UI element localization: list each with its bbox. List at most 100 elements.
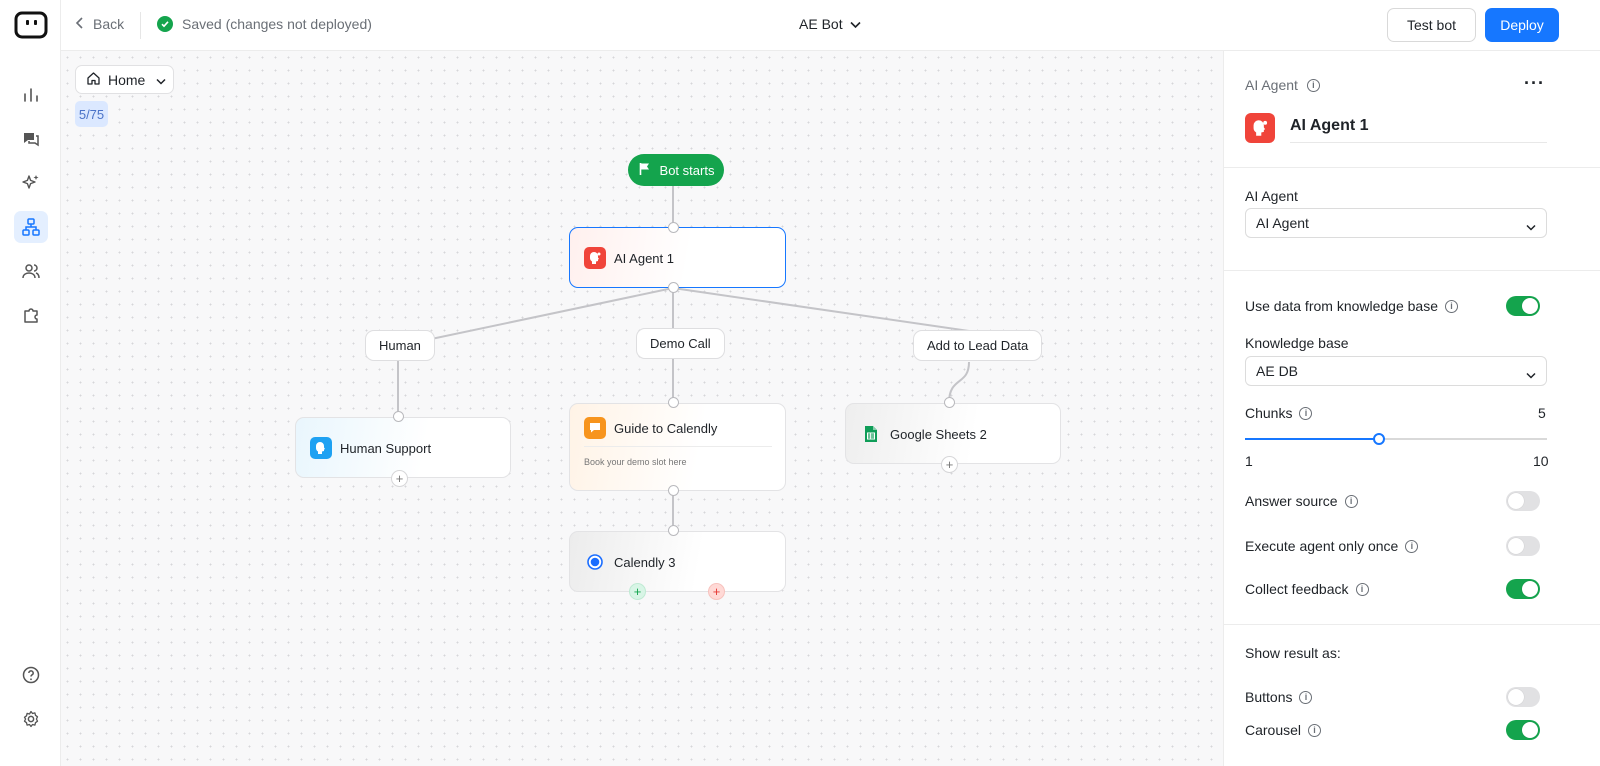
human-support-label: Human Support bbox=[340, 441, 432, 456]
google-sheets-icon bbox=[860, 423, 882, 445]
execute-once-label: Execute agent only once bbox=[1245, 538, 1399, 554]
users-icon[interactable] bbox=[14, 255, 48, 287]
home-dropdown[interactable]: Home bbox=[75, 65, 174, 94]
divider bbox=[1224, 167, 1600, 168]
kb-select-value: AE DB bbox=[1256, 363, 1299, 379]
guide-to-calendly-node[interactable]: Guide to Calendly Book your demo slot he… bbox=[569, 403, 786, 491]
agent-select-value: AI Agent bbox=[1256, 215, 1309, 231]
bot-selector[interactable]: AE Bot bbox=[799, 16, 861, 32]
feedback-row: Collect feedback i bbox=[1245, 581, 1369, 597]
deploy-button[interactable]: Deploy bbox=[1485, 8, 1559, 42]
slider-thumb[interactable] bbox=[1373, 433, 1385, 445]
ai-agent-icon bbox=[1245, 113, 1275, 143]
input-port[interactable] bbox=[668, 525, 679, 536]
input-port[interactable] bbox=[668, 397, 679, 408]
branch-chip-human[interactable]: Human bbox=[365, 330, 435, 361]
panel-header: AI Agent i bbox=[1245, 77, 1320, 93]
info-icon[interactable]: i bbox=[1344, 494, 1358, 508]
output-port[interactable] bbox=[668, 282, 679, 293]
use-kb-toggle[interactable] bbox=[1506, 296, 1540, 316]
chevron-left-icon bbox=[75, 16, 85, 32]
add-failure-step-button[interactable]: + bbox=[708, 583, 725, 600]
info-icon[interactable]: i bbox=[1405, 539, 1419, 553]
google-sheets-label: Google Sheets 2 bbox=[890, 427, 987, 442]
input-port[interactable] bbox=[393, 411, 404, 422]
divider bbox=[584, 446, 772, 447]
info-icon[interactable]: i bbox=[1299, 690, 1313, 704]
slider-fill bbox=[1245, 438, 1379, 440]
flows-icon[interactable] bbox=[14, 211, 48, 243]
ai-agent-node[interactable]: AI Agent 1 bbox=[569, 227, 786, 288]
chunks-value: 5 bbox=[1538, 405, 1546, 421]
input-port[interactable] bbox=[944, 397, 955, 408]
chunks-label: Chunks bbox=[1245, 405, 1293, 421]
app-logo-icon[interactable] bbox=[14, 10, 48, 40]
answer-source-toggle[interactable] bbox=[1506, 491, 1540, 511]
ai-sparkle-icon[interactable] bbox=[14, 167, 48, 199]
use-kb-label: Use data from knowledge base bbox=[1245, 298, 1438, 314]
info-icon[interactable]: i bbox=[1306, 78, 1320, 92]
calendly-icon bbox=[584, 551, 606, 573]
bot-starts-label: Bot starts bbox=[659, 162, 715, 178]
ai-agent-icon bbox=[584, 247, 606, 269]
bot-starts-node[interactable]: Bot starts bbox=[628, 154, 724, 186]
help-icon[interactable] bbox=[14, 659, 48, 691]
kb-select[interactable]: AE DB bbox=[1245, 356, 1547, 386]
guide-label: Guide to Calendly bbox=[614, 421, 718, 436]
add-success-step-button[interactable]: + bbox=[629, 583, 646, 600]
flow-canvas[interactable]: Home 5/75 Bot starts AI Agent 1 Human Su… bbox=[61, 51, 1223, 766]
chunks-slider[interactable] bbox=[1245, 433, 1547, 445]
chunks-min: 1 bbox=[1245, 453, 1253, 469]
branch-chip-lead-data[interactable]: Add to Lead Data bbox=[913, 330, 1043, 361]
more-options-icon[interactable]: ··· bbox=[1524, 73, 1545, 94]
answer-source-label: Answer source bbox=[1245, 493, 1338, 509]
bot-name: AE Bot bbox=[799, 16, 843, 32]
settings-icon[interactable] bbox=[14, 703, 48, 735]
chevron-down-icon bbox=[850, 16, 861, 32]
back-button[interactable]: Back bbox=[75, 16, 124, 32]
buttons-row: Buttons i bbox=[1245, 689, 1313, 705]
home-icon bbox=[86, 71, 101, 89]
calendly-node[interactable]: Calendly 3 bbox=[569, 531, 786, 592]
calendly-label: Calendly 3 bbox=[614, 555, 676, 570]
integrations-icon[interactable] bbox=[14, 299, 48, 331]
analytics-icon[interactable] bbox=[14, 79, 48, 111]
agent-select[interactable]: AI Agent bbox=[1245, 208, 1547, 238]
back-label: Back bbox=[93, 16, 125, 32]
add-step-button[interactable]: + bbox=[391, 470, 408, 487]
use-kb-row: Use data from knowledge base i bbox=[1245, 298, 1458, 314]
carousel-row: Carousel i bbox=[1245, 722, 1322, 738]
feedback-toggle[interactable] bbox=[1506, 579, 1540, 599]
ai-agent-label: AI Agent 1 bbox=[614, 251, 674, 266]
conversations-icon[interactable] bbox=[14, 123, 48, 155]
info-icon[interactable]: i bbox=[1355, 582, 1369, 596]
left-rail bbox=[0, 0, 61, 766]
chevron-down-icon bbox=[156, 72, 166, 88]
info-icon[interactable]: i bbox=[1308, 723, 1322, 737]
branch-chip-demo-call[interactable]: Demo Call bbox=[636, 328, 725, 359]
feedback-label: Collect feedback bbox=[1245, 581, 1349, 597]
divider bbox=[1224, 624, 1600, 625]
info-icon[interactable]: i bbox=[1445, 299, 1458, 313]
input-port[interactable] bbox=[668, 222, 679, 233]
output-port[interactable] bbox=[668, 485, 679, 496]
chunks-row: Chunks i bbox=[1245, 405, 1313, 421]
answer-source-row: Answer source i bbox=[1245, 493, 1358, 509]
check-circle-icon bbox=[157, 16, 173, 32]
agent-name-field[interactable]: AI Agent 1 bbox=[1290, 117, 1369, 135]
human-support-node[interactable]: Human Support bbox=[295, 417, 511, 478]
google-sheets-node[interactable]: Google Sheets 2 bbox=[845, 403, 1061, 464]
divider bbox=[1224, 270, 1600, 271]
message-icon bbox=[584, 417, 606, 439]
test-bot-button[interactable]: Test bot bbox=[1387, 8, 1476, 42]
add-step-button[interactable]: + bbox=[941, 456, 958, 473]
node-counter-badge: 5/75 bbox=[75, 101, 108, 127]
info-icon[interactable]: i bbox=[1299, 406, 1313, 420]
buttons-toggle[interactable] bbox=[1506, 687, 1540, 707]
kb-select-label: Knowledge base bbox=[1245, 335, 1349, 351]
home-label: Home bbox=[108, 71, 146, 88]
carousel-toggle[interactable] bbox=[1506, 720, 1540, 740]
divider bbox=[140, 12, 141, 39]
execute-once-toggle[interactable] bbox=[1506, 536, 1540, 556]
flag-icon bbox=[638, 162, 652, 179]
